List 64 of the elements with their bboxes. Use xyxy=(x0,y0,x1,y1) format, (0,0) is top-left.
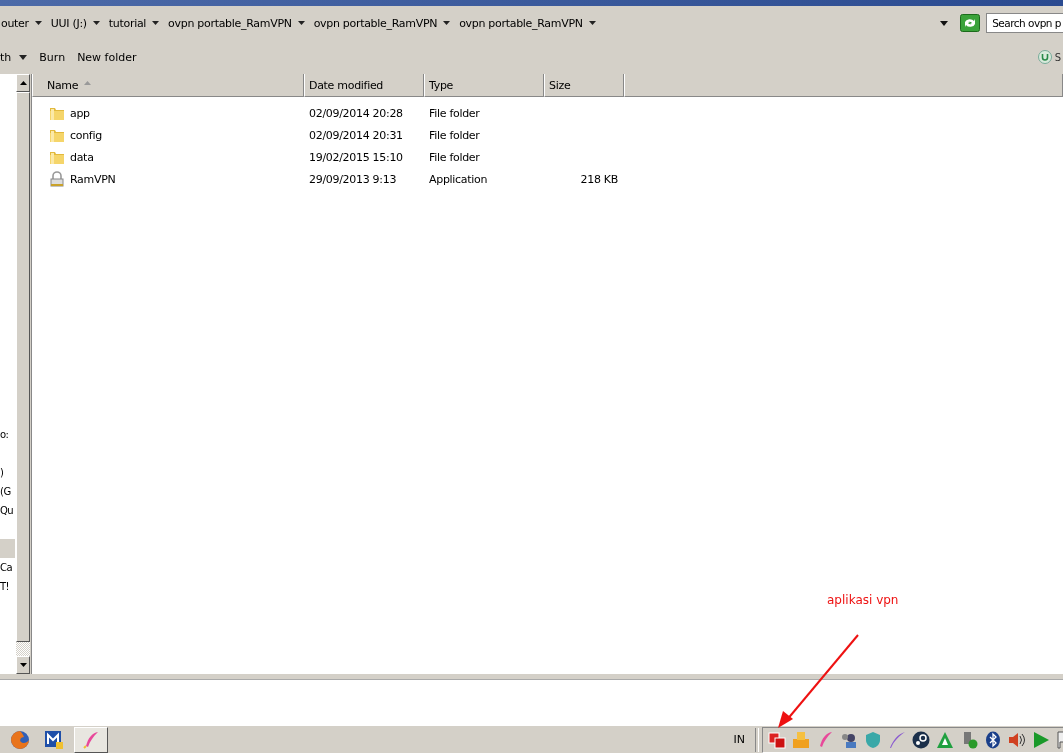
scrollbar-thumb[interactable] xyxy=(16,92,30,642)
dropdown-icon[interactable] xyxy=(940,20,949,26)
file-name[interactable]: data xyxy=(70,150,94,164)
caret-icon[interactable] xyxy=(19,54,28,60)
date-cell-text: 29/09/2013 9:13 xyxy=(308,172,398,186)
file-name[interactable]: config xyxy=(70,128,102,142)
toolbar-button[interactable]: New folder xyxy=(77,50,137,64)
type-cell-text: File folder xyxy=(428,128,481,142)
nav-item[interactable]: (G xyxy=(0,482,11,501)
nav-item[interactable]: Qu xyxy=(0,501,14,520)
language-indicator[interactable]: IN xyxy=(733,733,745,746)
nav-item[interactable]: o: xyxy=(0,425,9,444)
globe-icon xyxy=(10,729,30,750)
date-cell-text: 19/02/2015 15:10 xyxy=(308,150,404,164)
nav-item[interactable]: Ca xyxy=(0,558,13,577)
column-header[interactable]: Type xyxy=(424,74,544,97)
folder-icon xyxy=(49,127,65,143)
padlock-icon xyxy=(49,171,65,187)
search-field[interactable]: Search ovpn p xyxy=(986,13,1063,33)
breadcrumb[interactable]: UUI (J:) xyxy=(50,16,87,30)
scrollbar[interactable] xyxy=(15,74,31,674)
chevron-icon[interactable] xyxy=(443,21,451,25)
column-header[interactable]: Size xyxy=(544,74,624,97)
help-icon[interactable] xyxy=(1037,50,1052,64)
scroll-up-icon[interactable] xyxy=(19,81,27,85)
speaker-icon[interactable] xyxy=(1008,730,1026,749)
file-name[interactable]: RamVPN xyxy=(70,172,116,186)
nav-item[interactable]: ) xyxy=(0,463,4,482)
file-name[interactable]: app xyxy=(70,106,90,120)
chevron-icon[interactable] xyxy=(588,21,596,25)
chevron-icon[interactable] xyxy=(297,21,305,25)
help-label[interactable]: S xyxy=(1054,51,1061,63)
scrollbar-track[interactable] xyxy=(16,642,30,656)
app-icon xyxy=(45,730,63,749)
toolbar-button[interactable]: Burn xyxy=(39,50,66,64)
taskbar-button[interactable] xyxy=(74,726,108,753)
breadcrumb[interactable]: outer xyxy=(1,16,29,30)
breadcrumb[interactable]: ovpn portable_RamVPN xyxy=(313,16,438,30)
annotation-label: aplikasi vpn xyxy=(827,593,899,607)
column-header[interactable]: Name xyxy=(32,74,304,97)
bluetooth-icon[interactable] xyxy=(984,730,1002,749)
nav-item[interactable]: T! xyxy=(0,577,10,596)
chevron-icon[interactable] xyxy=(92,21,100,25)
scroll-down-icon[interactable] xyxy=(19,663,27,667)
triangle-icon[interactable] xyxy=(936,730,954,749)
squares-icon[interactable] xyxy=(768,730,786,749)
breadcrumb[interactable]: tutorial xyxy=(108,16,147,30)
type-cell-text: File folder xyxy=(428,150,481,164)
quill-icon[interactable] xyxy=(888,730,906,749)
toolbar-item[interactable]: th xyxy=(0,50,12,64)
folder-icon xyxy=(49,149,65,165)
breadcrumb[interactable]: ovpn portable_RamVPN xyxy=(168,16,292,30)
folder-icon xyxy=(49,105,65,121)
size-cell: 218 KB xyxy=(580,172,618,186)
type-cell-text: File folder xyxy=(428,106,481,120)
feather-icon xyxy=(82,730,100,749)
refresh-icon[interactable] xyxy=(960,14,981,32)
date-cell-text: 02/09/2014 20:31 xyxy=(308,128,404,142)
breadcrumb[interactable]: ovpn portable_RamVPN xyxy=(459,16,583,30)
chevron-icon[interactable] xyxy=(152,21,160,25)
column-header[interactable]: Date modified xyxy=(304,74,424,97)
type-cell-text: Application xyxy=(428,172,489,186)
date-cell-text: 02/09/2014 20:28 xyxy=(308,106,404,120)
chevron-icon[interactable] xyxy=(34,21,42,25)
